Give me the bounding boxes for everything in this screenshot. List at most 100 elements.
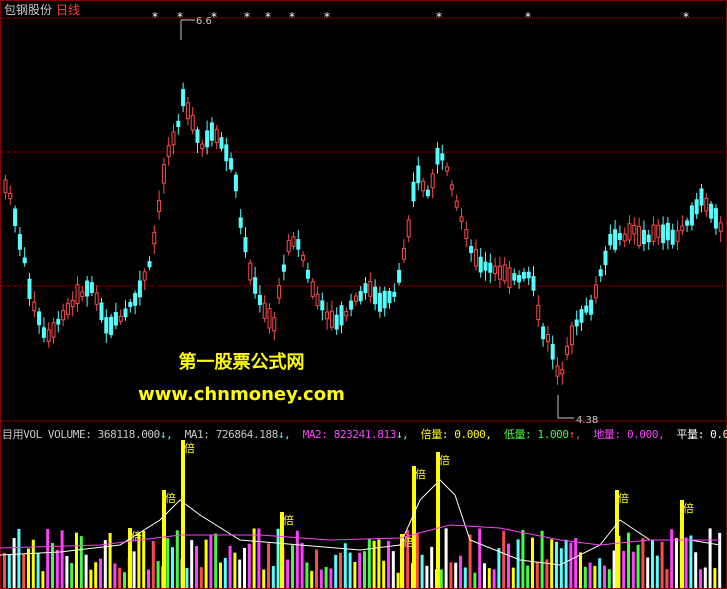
candle-21 <box>104 317 109 334</box>
candle-15 <box>75 284 80 305</box>
candle-97 <box>469 246 474 254</box>
volume-bar-45 <box>219 562 222 588</box>
candle-143 <box>689 205 694 226</box>
watermark-title: 第一股票公式网 <box>178 352 305 373</box>
candle-70 <box>339 305 344 326</box>
candle-138 <box>665 222 670 241</box>
candle-149 <box>718 222 723 232</box>
candle-3 <box>17 233 22 250</box>
volume-bar-134 <box>646 557 650 588</box>
candle-68 <box>329 310 334 328</box>
candle-55 <box>267 308 272 329</box>
volume-bar-117 <box>564 539 568 588</box>
candle-121 <box>584 305 589 313</box>
volume-bar-47 <box>228 545 232 588</box>
volume-bar-14 <box>70 563 74 588</box>
volume-bar-4 <box>22 553 26 588</box>
volume-bar-122 <box>588 562 592 588</box>
signal-mark-3: * <box>244 10 250 24</box>
volume-bar-140 <box>675 538 678 588</box>
signal-mark-5: * <box>289 10 295 24</box>
chart-title: 包钢股份 日线 <box>4 1 80 18</box>
volume-bar-18 <box>89 569 93 588</box>
low-price-label: 4.38 <box>576 415 598 426</box>
di-liang2-value: 地量: 0.000, <box>593 428 665 441</box>
volume-bar-55 <box>267 543 270 588</box>
volume-bar-7 <box>36 553 40 588</box>
candle-71 <box>344 311 349 317</box>
watermark-url: www.chnmoney.com <box>138 384 345 405</box>
volume-bar-91 <box>439 569 443 588</box>
candle-62 <box>301 254 306 261</box>
volume-bar-24 <box>118 567 122 588</box>
candle-101 <box>488 262 493 273</box>
volume-bar-88 <box>425 565 429 588</box>
candle-29 <box>142 271 147 281</box>
volume-bar-20 <box>99 558 102 588</box>
volume-bar-104 <box>502 530 506 588</box>
candle-49 <box>238 217 243 228</box>
candle-110 <box>531 276 536 291</box>
volume-bar-11 <box>55 549 59 588</box>
volume-bar-124 <box>598 558 602 588</box>
candle-27 <box>133 293 138 306</box>
candle-63 <box>305 269 310 279</box>
ma2-value: MA2: 823241.813 <box>302 428 397 441</box>
kline-chart[interactable]: 6.64.38* * * * * * * * * *倍倍倍倍倍倍倍倍倍 <box>0 0 727 589</box>
candle-128 <box>617 233 622 240</box>
volume-bar-72 <box>348 552 352 588</box>
candle-91 <box>440 153 445 161</box>
candle-118 <box>569 325 574 346</box>
candle-89 <box>430 173 435 189</box>
candle-58 <box>281 264 286 272</box>
chart-window[interactable]: 6.6 4.38 * * * * * * * * * * 倍倍倍倍倍倍倍倍倍 包钢股份 日线 第一股票公式… <box>0 0 727 589</box>
volume-peak-bar-2 <box>181 440 185 588</box>
candle-10 <box>51 322 56 338</box>
signal-mark-0: * <box>152 10 158 24</box>
candle-23 <box>113 311 118 326</box>
candle-60 <box>291 236 296 247</box>
volume-bar-135 <box>651 539 654 588</box>
candle-47 <box>229 158 234 170</box>
candle-148 <box>713 208 718 229</box>
volume-bar-67 <box>324 567 328 588</box>
volume-bar-105 <box>507 543 510 588</box>
candle-99 <box>478 256 483 273</box>
volume-bar-149 <box>718 532 722 588</box>
candle-26 <box>128 302 133 308</box>
candle-96 <box>464 229 469 239</box>
candle-7 <box>37 311 42 326</box>
candle-113 <box>545 334 550 343</box>
volume-bar-79 <box>382 560 386 588</box>
signal-mark-6: * <box>324 10 330 24</box>
volume-bar-146 <box>703 567 707 588</box>
candle-83 <box>401 247 406 260</box>
volume-bar-44 <box>214 533 218 588</box>
volume-peak-label-3: 倍 <box>283 513 294 527</box>
volume-bar-56 <box>271 565 275 588</box>
candle-120 <box>579 309 584 323</box>
candle-81 <box>392 291 397 297</box>
volume-bar-62 <box>300 542 304 588</box>
volume-peak-bar-6 <box>436 452 440 588</box>
volume-bar-12 <box>60 530 64 588</box>
candle-25 <box>123 308 128 318</box>
candle-14 <box>70 299 75 307</box>
candle-11 <box>56 318 61 325</box>
volume-peak-label-8: 倍 <box>683 501 694 515</box>
signal-mark-2: * <box>211 10 217 24</box>
volume-bar-61 <box>295 530 299 588</box>
volume-bar-138 <box>665 569 669 588</box>
candle-133 <box>641 229 646 245</box>
candle-126 <box>608 233 613 246</box>
volume-bar-130 <box>627 532 630 588</box>
volume-bar-111 <box>535 562 539 588</box>
candle-139 <box>670 229 675 245</box>
candle-6 <box>32 301 37 312</box>
volume-bar-89 <box>430 546 434 588</box>
candle-106 <box>512 273 517 281</box>
candle-88 <box>425 189 430 197</box>
candle-92 <box>445 166 450 172</box>
candle-134 <box>646 234 651 243</box>
signal-mark-8: * <box>525 10 531 24</box>
